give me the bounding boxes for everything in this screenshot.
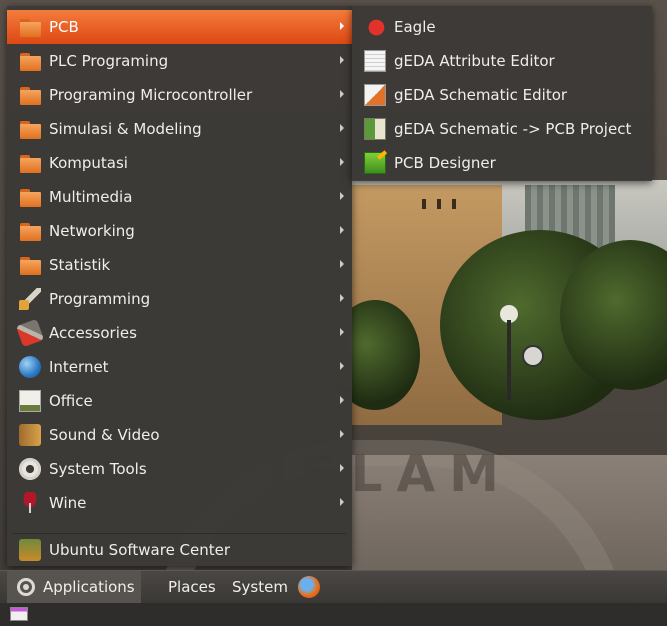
menu-item-label: Simulasi & Modeling	[49, 120, 202, 138]
submenu-arrow-icon	[340, 260, 344, 268]
submenu-item-geda-schematic-pcb-project[interactable]: gEDA Schematic -> PCB Project	[352, 112, 652, 146]
pcb-designer-icon	[364, 152, 386, 174]
wallpaper-lamp-pole	[507, 320, 511, 400]
menu-item-programing-microcontroller[interactable]: Programing Microcontroller	[7, 78, 352, 112]
menu-item-label: Statistik	[49, 256, 111, 274]
gear-icon	[19, 458, 41, 480]
menu-item-label: Multimedia	[49, 188, 133, 206]
folder-icon	[19, 254, 41, 276]
places-menu-button[interactable]: Places	[168, 571, 216, 603]
globe-icon	[19, 356, 41, 378]
submenu-arrow-icon	[340, 430, 344, 438]
menu-item-accessories[interactable]: Accessories	[7, 316, 352, 350]
applications-label: Applications	[43, 578, 135, 596]
menu-item-label: gEDA Schematic Editor	[394, 86, 568, 104]
menu-item-office[interactable]: Office	[7, 384, 352, 418]
submenu-arrow-icon	[340, 464, 344, 472]
system-label: System	[232, 578, 288, 596]
submenu-arrow-icon	[340, 56, 344, 64]
bottom-panel	[0, 603, 667, 626]
folder-icon	[19, 220, 41, 242]
menu-item-label: PCB	[49, 18, 79, 36]
office-icon	[19, 390, 41, 412]
menu-item-programming[interactable]: Programming	[7, 282, 352, 316]
building-window	[437, 199, 441, 209]
submenu-arrow-icon	[340, 22, 344, 30]
menu-item-networking[interactable]: Networking	[7, 214, 352, 248]
menu-item-multimedia[interactable]: Multimedia	[7, 180, 352, 214]
places-label: Places	[168, 578, 216, 596]
submenu-arrow-icon	[340, 362, 344, 370]
submenu-arrow-icon	[340, 192, 344, 200]
firefox-launcher[interactable]	[298, 571, 320, 603]
wine-icon	[19, 492, 41, 514]
system-menu-button[interactable]: System	[232, 571, 288, 603]
building-window	[452, 199, 456, 209]
menu-item-label: System Tools	[49, 460, 147, 478]
menu-item-label: Internet	[49, 358, 109, 376]
folder-icon	[19, 152, 41, 174]
menu-item-pcb[interactable]: PCB	[7, 10, 352, 44]
sound-video-icon	[19, 424, 41, 446]
submenu-arrow-icon	[340, 90, 344, 98]
submenu-item-geda-attribute-editor[interactable]: gEDA Attribute Editor	[352, 44, 652, 78]
accessories-icon	[15, 318, 45, 348]
submenu-arrow-icon	[340, 498, 344, 506]
submenu-arrow-icon	[340, 158, 344, 166]
menu-item-label: Ubuntu Software Center	[49, 541, 231, 559]
folder-icon	[19, 16, 41, 38]
show-desktop-icon[interactable]	[10, 607, 28, 621]
software-center-icon	[19, 539, 41, 561]
menu-item-komputasi[interactable]: Komputasi	[7, 146, 352, 180]
menu-item-label: Eagle	[394, 18, 436, 36]
menu-item-label: PLC Programing	[49, 52, 169, 70]
submenu-item-geda-schematic-editor[interactable]: gEDA Schematic Editor	[352, 78, 652, 112]
menu-item-wine[interactable]: Wine	[7, 486, 352, 520]
pcb-submenu: Eagle gEDA Attribute Editor gEDA Schemat…	[352, 6, 652, 181]
menu-item-label: Sound & Video	[49, 426, 160, 444]
geda-pcb-project-icon	[364, 118, 386, 140]
menu-item-label: Accessories	[49, 324, 137, 342]
wrench-icon	[19, 288, 41, 310]
geda-attribute-editor-icon	[364, 50, 386, 72]
submenu-arrow-icon	[340, 396, 344, 404]
menu-item-label: PCB Designer	[394, 154, 496, 172]
menu-item-system-tools[interactable]: System Tools	[7, 452, 352, 486]
menu-item-label: Programming	[49, 290, 151, 308]
menu-item-sound-video[interactable]: Sound & Video	[7, 418, 352, 452]
geda-schematic-editor-icon	[364, 84, 386, 106]
menu-item-label: Komputasi	[49, 154, 128, 172]
folder-icon	[19, 84, 41, 106]
submenu-arrow-icon	[340, 328, 344, 336]
submenu-arrow-icon	[340, 124, 344, 132]
menu-item-simulasi-modeling[interactable]: Simulasi & Modeling	[7, 112, 352, 146]
ubuntu-logo-icon	[17, 578, 35, 596]
menu-item-label: gEDA Schematic -> PCB Project	[394, 120, 632, 138]
menu-item-plc-programing[interactable]: PLC Programing	[7, 44, 352, 78]
menu-item-label: Office	[49, 392, 93, 410]
submenu-item-pcb-designer[interactable]: PCB Designer	[352, 146, 652, 180]
menu-item-statistik[interactable]: Statistik	[7, 248, 352, 282]
menu-item-label: gEDA Attribute Editor	[394, 52, 555, 70]
wallpaper-sign	[522, 345, 544, 367]
menu-item-label: Wine	[49, 494, 87, 512]
eagle-icon	[360, 12, 390, 42]
menu-item-label: Networking	[49, 222, 135, 240]
applications-menu: PCB PLC Programing Programing Microcontr…	[7, 6, 352, 566]
submenu-item-eagle[interactable]: Eagle	[352, 10, 652, 44]
folder-icon	[19, 186, 41, 208]
building-window	[422, 199, 426, 209]
applications-menu-button[interactable]: Applications	[7, 571, 141, 603]
menu-item-internet[interactable]: Internet	[7, 350, 352, 384]
folder-icon	[19, 118, 41, 140]
submenu-arrow-icon	[340, 226, 344, 234]
submenu-arrow-icon	[340, 294, 344, 302]
folder-icon	[19, 50, 41, 72]
menu-item-label: Programing Microcontroller	[49, 86, 253, 104]
firefox-icon	[298, 576, 320, 598]
gnome-panel: Applications Places System	[0, 570, 667, 603]
menu-item-ubuntu-software-center[interactable]: Ubuntu Software Center	[7, 533, 352, 567]
